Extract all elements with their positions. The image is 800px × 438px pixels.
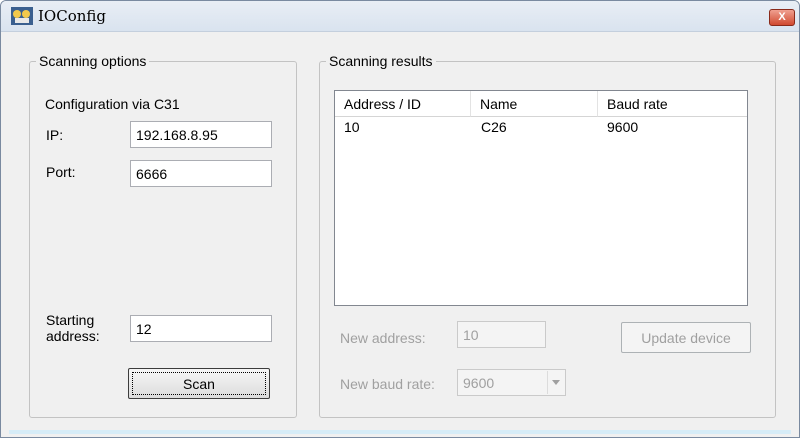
column-header-name[interactable]: Name — [471, 91, 598, 117]
row-name-cell: C26 — [481, 119, 507, 135]
results-list-header: Address / ID Name Baud rate — [335, 91, 747, 117]
new-address-label: New address: — [340, 330, 426, 346]
starting-address-label-line1: Starting — [46, 312, 95, 328]
column-header-baud-rate[interactable]: Baud rate — [598, 91, 747, 117]
port-input[interactable]: 6666 — [130, 160, 272, 187]
starting-address-label: Starting address: — [46, 312, 100, 344]
new-address-input[interactable]: 10 — [457, 321, 546, 348]
table-row[interactable]: 10 C26 9600 — [335, 119, 747, 139]
chevron-down-icon[interactable] — [547, 371, 564, 394]
scanning-results-legend: Scanning results — [329, 53, 433, 69]
update-device-button[interactable]: Update device — [621, 322, 751, 353]
new-baud-rate-label: New baud rate: — [340, 376, 435, 392]
row-address-cell: 10 — [344, 119, 360, 135]
configuration-label: Configuration via C31 — [45, 96, 180, 112]
column-header-address[interactable]: Address / ID — [335, 91, 471, 117]
ip-label: IP: — [46, 127, 64, 143]
row-baud-rate-cell: 9600 — [607, 119, 639, 135]
bottom-edge-strip — [9, 430, 791, 434]
app-icon — [11, 7, 33, 25]
client-area: Scanning options Configuration via C31 I… — [9, 32, 791, 430]
starting-address-input[interactable]: 12 — [130, 315, 272, 342]
new-baud-rate-select[interactable]: 9600 — [457, 369, 566, 396]
scan-button[interactable]: Scan — [128, 368, 270, 399]
port-label: Port: — [46, 164, 76, 180]
close-button[interactable]: X — [769, 9, 795, 26]
scanning-options-legend: Scanning options — [39, 53, 147, 69]
scan-button-focus-ring — [132, 372, 266, 395]
close-icon: X — [778, 11, 786, 23]
ioconfig-window: IOConfig X Scanning options Configuratio… — [0, 0, 800, 438]
window-title: IOConfig — [38, 7, 106, 25]
new-baud-rate-value: 9600 — [463, 375, 495, 391]
starting-address-label-line2: address: — [46, 328, 100, 344]
title-bar[interactable]: IOConfig X — [1, 1, 799, 32]
results-list[interactable]: Address / ID Name Baud rate 10 C26 9600 — [334, 90, 748, 306]
ip-input[interactable]: 192.168.8.95 — [130, 121, 272, 148]
